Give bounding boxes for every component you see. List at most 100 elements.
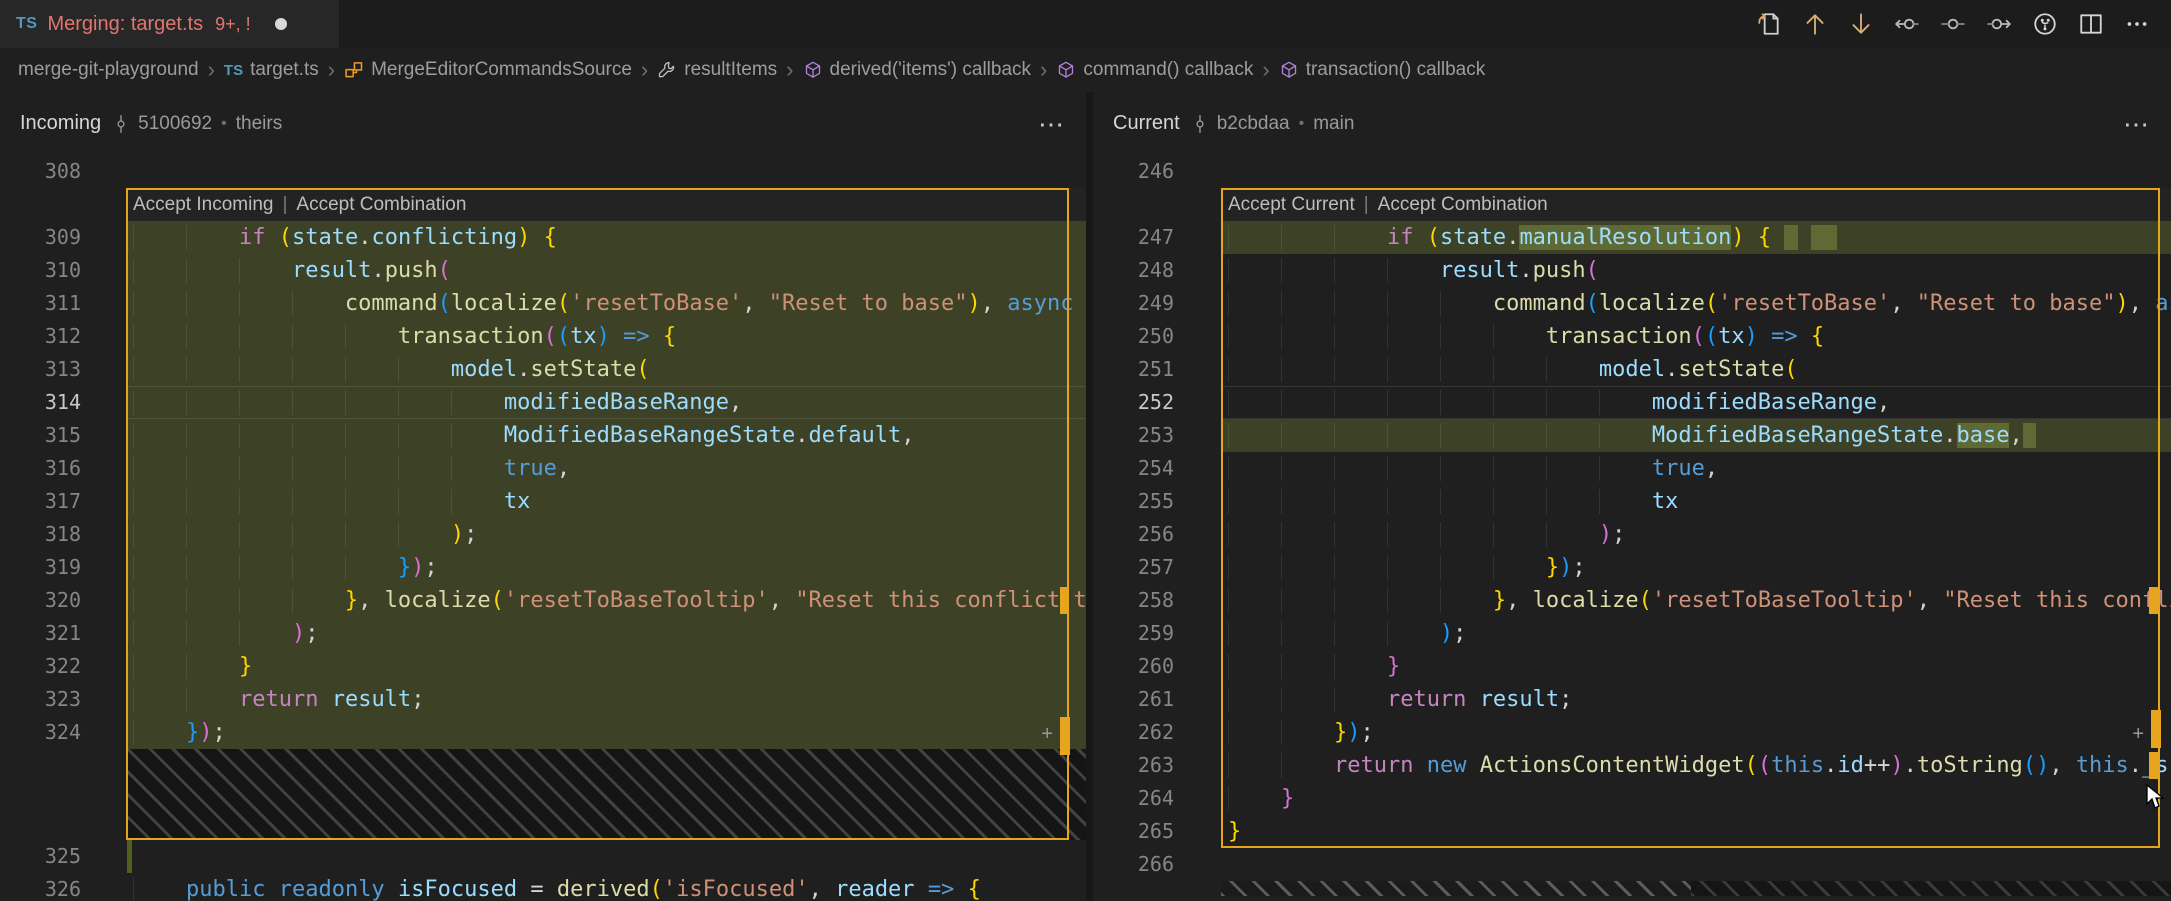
current-line[interactable]: 314 modifiedBaseRange, xyxy=(0,386,1086,419)
line-number: 253 xyxy=(1093,419,1221,452)
code-line[interactable]: 247 if (state.manualResolution) { xyxy=(1093,221,2171,254)
title-bar: TS Merging: target.ts 9+, ! xyxy=(0,0,2171,48)
current-line[interactable]: 252 modifiedBaseRange, xyxy=(1093,386,2171,419)
code-line[interactable]: 265} xyxy=(1093,815,2171,848)
code-line[interactable]: 308 xyxy=(0,155,1086,188)
code-line[interactable]: 262 }); xyxy=(1093,716,2171,749)
line-number: 262 xyxy=(1093,716,1221,749)
code-line[interactable]: 264 } xyxy=(1093,782,2171,815)
split-editor-icon[interactable] xyxy=(2075,8,2107,40)
open-file-icon[interactable] xyxy=(1753,8,1785,40)
symbol-class-icon xyxy=(344,60,364,80)
commit-icon[interactable] xyxy=(1937,8,1969,40)
line-number: 318 xyxy=(0,518,126,551)
pane-title: Current xyxy=(1113,112,1180,135)
code-line[interactable]: 318 ); xyxy=(0,518,1086,551)
line-number: 258 xyxy=(1093,584,1221,617)
code-text: true, xyxy=(1221,452,2171,485)
code-line[interactable]: 266 xyxy=(1093,848,2171,881)
chevron-right-icon: › xyxy=(641,57,648,83)
code-text: transaction((tx) => { xyxy=(126,320,1086,353)
commit-arrow-left-icon[interactable] xyxy=(1891,8,1923,40)
code-line[interactable]: 325 xyxy=(0,840,1086,873)
arrow-up-icon[interactable] xyxy=(1799,8,1831,40)
code-line[interactable]: 313 model.setState( xyxy=(0,353,1086,386)
code-text: model.setState( xyxy=(1221,353,2171,386)
line-number: 312 xyxy=(0,320,126,353)
breadcrumb-item[interactable]: TStarget.ts xyxy=(224,59,319,81)
code-line[interactable]: 253 ModifiedBaseRangeState.base, xyxy=(1093,419,2171,452)
code-text xyxy=(1221,848,2171,881)
code-line[interactable]: 250 transaction((tx) => { xyxy=(1093,320,2171,353)
line-number: 248 xyxy=(1093,254,1221,287)
breadcrumb-label: MergeEditorCommandsSource xyxy=(371,59,632,81)
more-actions-icon[interactable] xyxy=(2121,8,2153,40)
code-line[interactable]: 323 return result; xyxy=(0,683,1086,716)
line-number: 322 xyxy=(0,650,126,683)
code-line[interactable]: 309 if (state.conflicting) { xyxy=(0,221,1086,254)
dirty-indicator-icon[interactable] xyxy=(275,18,287,30)
breadcrumb-label: transaction() callback xyxy=(1306,59,1486,81)
breadcrumb-item[interactable]: merge-git-playground xyxy=(18,59,199,81)
breadcrumb-label: derived('items') callback xyxy=(830,59,1032,81)
accept-link-accept-combination[interactable]: Accept Combination xyxy=(296,188,466,221)
more-actions-icon[interactable]: ⋯ xyxy=(1038,114,1066,134)
source-control-circle-icon[interactable] xyxy=(2029,8,2061,40)
code-line[interactable]: 315 ModifiedBaseRangeState.default, xyxy=(0,419,1086,452)
commit-arrow-right-icon[interactable] xyxy=(1983,8,2015,40)
code-text: ); xyxy=(1221,518,2171,551)
more-actions-icon[interactable]: ⋯ xyxy=(2123,114,2151,134)
gutter xyxy=(0,749,126,840)
breadcrumb-item[interactable]: transaction() callback xyxy=(1279,59,1486,81)
symbol-method-icon xyxy=(1056,60,1076,80)
line-number: 261 xyxy=(1093,683,1221,716)
breadcrumb-item[interactable]: command() callback xyxy=(1056,59,1253,81)
hatch-segment xyxy=(1221,881,1691,896)
line-number: 310 xyxy=(0,254,126,287)
code-line[interactable]: 261 return result; xyxy=(1093,683,2171,716)
code-line[interactable]: 326 public readonly isFocused = derived(… xyxy=(0,873,1086,901)
code-line[interactable]: 320 }, localize('resetToBaseTooltip', "R… xyxy=(0,584,1086,617)
code-line[interactable]: 257 }); xyxy=(1093,551,2171,584)
code-line[interactable]: 319 }); xyxy=(0,551,1086,584)
ts-file-icon: TS xyxy=(16,15,37,33)
code-line[interactable]: 311 command(localize('resetToBase', "Res… xyxy=(0,287,1086,320)
pane-title: Incoming xyxy=(20,112,101,135)
code-line[interactable]: 256 ); xyxy=(1093,518,2171,551)
code-text xyxy=(126,155,1086,188)
line-number: 326 xyxy=(0,873,126,901)
code-line[interactable]: 249 command(localize('resetToBase', "Res… xyxy=(1093,287,2171,320)
arrow-down-icon[interactable] xyxy=(1845,8,1877,40)
current-editor[interactable]: 246Accept Current|Accept Combination247 … xyxy=(1093,155,2171,901)
code-line[interactable]: 259 ); xyxy=(1093,617,2171,650)
incoming-editor[interactable]: 308Accept Incoming|Accept Combination309… xyxy=(0,155,1086,901)
current-pane-header: Current b2cbdaa • main ⋯ xyxy=(1093,92,2171,155)
code-line[interactable]: 324 }); xyxy=(0,716,1086,749)
code-line[interactable]: 321 ); xyxy=(0,617,1086,650)
code-line[interactable]: 258 }, localize('resetToBaseTooltip', "R… xyxy=(1093,584,2171,617)
editor-tab[interactable]: TS Merging: target.ts 9+, ! xyxy=(0,0,339,48)
commit-hash: 5100692 xyxy=(138,113,212,135)
code-line[interactable]: 263 return new ActionsContentWidget((thi… xyxy=(1093,749,2171,782)
code-line[interactable]: 254 true, xyxy=(1093,452,2171,485)
code-line[interactable]: 260 } xyxy=(1093,650,2171,683)
code-line[interactable]: 317 tx xyxy=(0,485,1086,518)
code-line[interactable]: 251 model.setState( xyxy=(1093,353,2171,386)
accept-link-accept-incoming[interactable]: Accept Incoming xyxy=(133,188,273,221)
code-line[interactable]: 255 tx xyxy=(1093,485,2171,518)
code-line[interactable]: 310 result.push( xyxy=(0,254,1086,287)
breadcrumb-item[interactable]: resultItems xyxy=(657,59,777,81)
accept-link-accept-current[interactable]: Accept Current xyxy=(1228,188,1355,221)
code-line[interactable]: 248 result.push( xyxy=(1093,254,2171,287)
code-text xyxy=(126,840,1086,873)
code-line[interactable]: 246 xyxy=(1093,155,2171,188)
accept-link-accept-combination[interactable]: Accept Combination xyxy=(1378,188,1548,221)
pane-separator[interactable] xyxy=(1086,92,1093,901)
code-line[interactable]: 316 true, xyxy=(0,452,1086,485)
breadcrumb-item[interactable]: derived('items') callback xyxy=(803,59,1032,81)
code-line[interactable]: 312 transaction((tx) => { xyxy=(0,320,1086,353)
code-line[interactable]: 322 } xyxy=(0,650,1086,683)
code-text: ); xyxy=(126,518,1086,551)
breadcrumb-item[interactable]: MergeEditorCommandsSource xyxy=(344,59,632,81)
code-text: result.push( xyxy=(126,254,1086,287)
